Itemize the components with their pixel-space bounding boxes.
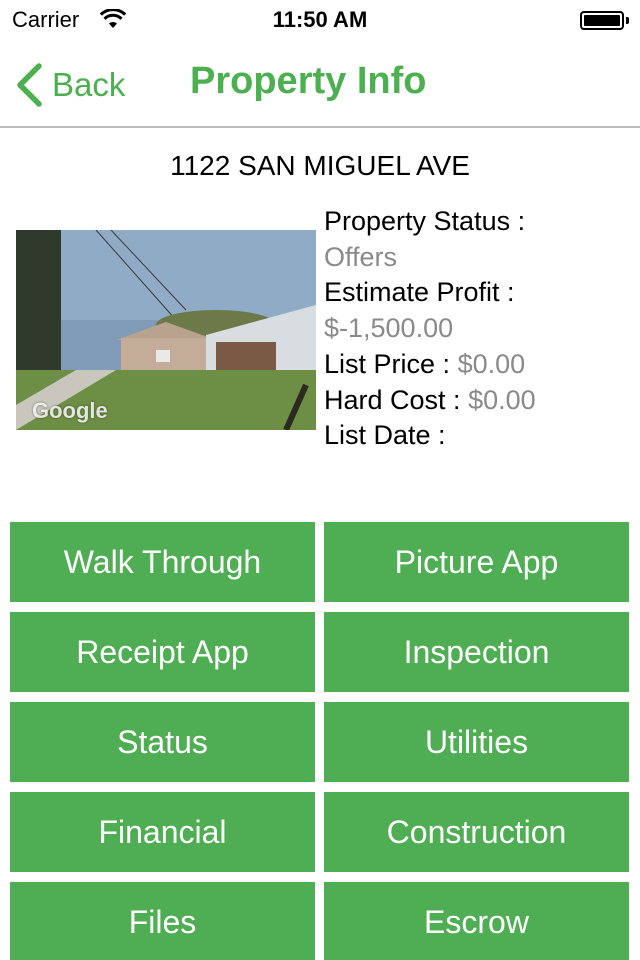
list-price-value: $0.00: [457, 348, 526, 379]
financial-button[interactable]: Financial: [10, 792, 315, 872]
utilities-button[interactable]: Utilities: [324, 702, 629, 782]
list-date-row: List Date :: [324, 418, 634, 454]
hard-cost-row: Hard Cost : $0.00: [324, 383, 634, 419]
inspection-button[interactable]: Inspection: [324, 612, 629, 692]
page-title: Property Info: [190, 60, 427, 102]
action-grid: Walk Through Picture App Receipt App Ins…: [10, 522, 630, 960]
status-row: Property Status :: [324, 204, 634, 240]
status-button[interactable]: Status: [10, 702, 315, 782]
status-bar: Carrier 11:50 AM: [0, 0, 640, 40]
list-price-label: List Price :: [324, 348, 451, 379]
list-date-label: List Date :: [324, 420, 446, 451]
profit-value: $-1,500.00: [324, 313, 454, 344]
navigation-bar: Back Property Info: [0, 40, 640, 128]
receipt-app-button[interactable]: Receipt App: [10, 612, 315, 692]
profit-row: Estimate Profit :: [324, 275, 634, 311]
walk-through-button[interactable]: Walk Through: [10, 522, 315, 602]
escrow-button[interactable]: Escrow: [324, 882, 629, 960]
files-button[interactable]: Files: [10, 882, 315, 960]
back-button[interactable]: Back: [14, 62, 125, 108]
clock: 11:50 AM: [272, 7, 368, 32]
chevron-left-icon: [17, 63, 42, 107]
status-value-row: Offers: [324, 240, 634, 276]
back-label: Back: [52, 66, 126, 103]
property-photo: Google: [16, 230, 316, 430]
list-price-row: List Price : $0.00: [324, 347, 634, 383]
profit-label: Estimate Profit :: [324, 277, 515, 308]
property-details: Property Status : Offers Estimate Profit…: [324, 204, 634, 454]
status-label: Property Status :: [324, 206, 526, 236]
property-address: 1122 SAN MIGUEL AVE: [170, 150, 470, 181]
status-value: Offers: [324, 241, 398, 272]
google-watermark: Google: [32, 398, 108, 423]
construction-button[interactable]: Construction: [324, 792, 629, 872]
battery-tip: [626, 17, 629, 24]
picture-app-button[interactable]: Picture App: [324, 522, 629, 602]
hard-cost-label: Hard Cost :: [324, 384, 461, 415]
battery-icon: [580, 11, 624, 30]
hard-cost-value: $0.00: [468, 384, 536, 415]
profit-value-row: $-1,500.00: [324, 311, 634, 347]
